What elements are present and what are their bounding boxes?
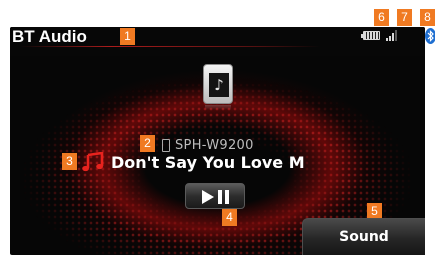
phone-body: ♪ xyxy=(203,64,233,104)
music-note-icon xyxy=(82,152,104,172)
phone-album-art: ♪ xyxy=(203,64,233,110)
song-title: Don't Say You Love M xyxy=(111,152,305,172)
bluetooth-icon xyxy=(425,28,435,44)
callout-3: 3 xyxy=(62,153,77,170)
song-row: Don't Say You Love M xyxy=(82,151,373,173)
phone-icon xyxy=(162,138,170,152)
callout-6: 6 xyxy=(374,9,389,26)
battery-icon xyxy=(361,31,380,40)
callout-7: 7 xyxy=(397,9,412,26)
callout-8: 8 xyxy=(420,9,435,26)
signal-strength-icon xyxy=(386,30,398,41)
callout-2: 2 xyxy=(140,135,155,152)
play-pause-icon xyxy=(202,190,229,204)
sound-button[interactable]: Sound xyxy=(302,218,425,255)
callout-4: 4 xyxy=(222,209,237,226)
callout-1: 1 xyxy=(120,28,135,45)
page-title: BT Audio xyxy=(12,27,87,46)
play-pause-button[interactable] xyxy=(185,183,245,209)
phone-reflection xyxy=(205,105,231,110)
music-note-icon: ♪ xyxy=(209,73,229,97)
